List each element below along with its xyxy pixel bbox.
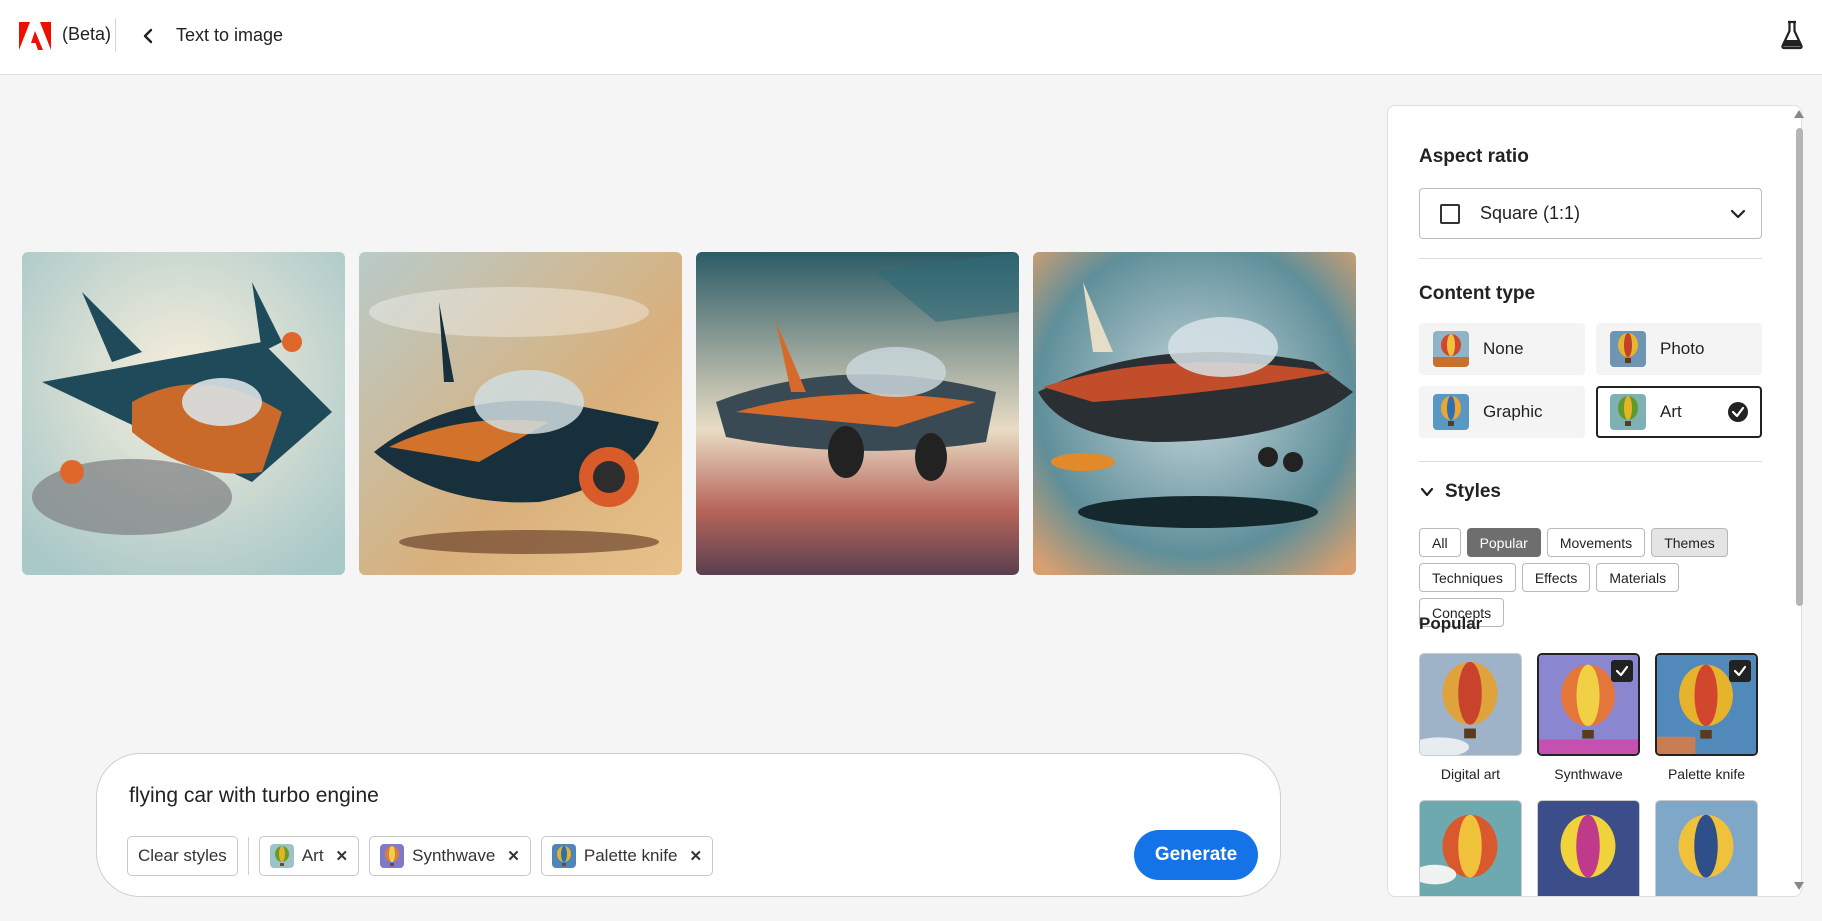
popular-title: Popular: [1419, 614, 1483, 633]
chevron-down-icon: [1420, 487, 1434, 497]
flying-car-image-4: [1033, 252, 1356, 575]
prompt-input[interactable]: flying car with turbo engine: [129, 784, 379, 808]
generated-image-2[interactable]: [359, 252, 682, 575]
generated-image-4[interactable]: [1033, 252, 1356, 575]
content-type-none[interactable]: None: [1419, 323, 1585, 375]
chevron-left-icon: [143, 28, 153, 44]
filter-movements[interactable]: Movements: [1546, 528, 1646, 557]
style-palette-knife-thumb: [1655, 653, 1758, 756]
content-type-title: Content type: [1419, 283, 1536, 304]
balloon-style-6-icon: [1656, 801, 1757, 896]
style-digital-art-thumb: [1419, 653, 1522, 756]
aspect-ratio-value: Square (1:1): [1480, 203, 1581, 223]
style-palette-knife-label: Palette knife: [1667, 766, 1746, 782]
prompt-box: flying car with turbo engine Clear style…: [96, 753, 1281, 897]
checkmark-icon: [1611, 660, 1633, 682]
style-option-4-thumb: [1419, 800, 1522, 896]
aspect-ratio-title: Aspect ratio: [1419, 146, 1529, 167]
balloon-style-5-icon: [1538, 801, 1639, 896]
content-type-none-label: None: [1483, 339, 1524, 358]
remove-art-close-icon[interactable]: ✕: [336, 847, 349, 865]
chip-art[interactable]: Art ✕: [258, 836, 360, 876]
checkmark-circle-icon: [1728, 402, 1748, 422]
scroll-up-arrow-icon[interactable]: [1794, 110, 1804, 118]
beta-label: (Beta): [62, 24, 112, 44]
chip-synthwave-label: Synthwave: [412, 846, 496, 865]
style-option-6-thumb: [1655, 800, 1758, 896]
style-palette-knife[interactable]: Palette knife: [1655, 653, 1758, 784]
filter-popular[interactable]: Popular: [1466, 528, 1541, 557]
app-header: (Beta) Text to image: [0, 0, 1822, 75]
checkmark-icon: [1729, 660, 1751, 682]
panel-divider: [1419, 461, 1762, 462]
style-option-4[interactable]: [1419, 800, 1522, 896]
style-synthwave-thumb: [1537, 653, 1640, 756]
styles-toggle[interactable]: Styles: [1419, 481, 1501, 503]
aspect-ratio-select[interactable]: Square (1:1): [1419, 188, 1762, 239]
clear-styles-button[interactable]: Clear styles: [127, 836, 238, 876]
balloon-none-thumb-icon: [1433, 331, 1469, 367]
generated-image-1[interactable]: [22, 252, 345, 575]
remove-synthwave-close-icon[interactable]: ✕: [507, 847, 520, 865]
style-synthwave-label: Synthwave: [1554, 766, 1623, 782]
content-type-options: None Photo Graphic Art: [1419, 323, 1762, 438]
balloon-art-thumb-icon: [1610, 394, 1646, 430]
filter-techniques[interactable]: Techniques: [1419, 563, 1516, 592]
generate-button[interactable]: Generate: [1134, 830, 1258, 880]
balloon-photo-thumb-icon: [1610, 331, 1646, 367]
chip-palette-knife-label: Palette knife: [583, 846, 678, 865]
content-type-graphic-label: Graphic: [1483, 402, 1543, 421]
style-synthwave[interactable]: Synthwave: [1537, 653, 1640, 784]
settings-panel: Aspect ratio Square (1:1) Content type N…: [1387, 105, 1802, 897]
style-filters: All Popular Movements Themes Techniques …: [1419, 528, 1762, 627]
balloon-palette-knife-thumb-icon: [551, 844, 576, 868]
balloon-graphic-thumb-icon: [1433, 394, 1469, 430]
style-option-5-thumb: [1537, 800, 1640, 896]
chip-palette-knife[interactable]: Palette knife ✕: [540, 836, 714, 876]
chip-synthwave[interactable]: Synthwave ✕: [369, 836, 531, 876]
generated-image-gallery: [22, 252, 1356, 575]
content-type-art[interactable]: Art: [1596, 386, 1762, 438]
content-type-graphic[interactable]: Graphic: [1419, 386, 1585, 438]
style-digital-art[interactable]: Digital art: [1419, 653, 1522, 784]
balloon-style-4-icon: [1420, 801, 1521, 896]
header-divider: [115, 18, 116, 52]
style-option-6[interactable]: [1655, 800, 1758, 896]
style-digital-art-label: Digital art: [1440, 766, 1501, 782]
adobe-logo-icon[interactable]: [19, 22, 51, 50]
chevron-down-icon: [1730, 209, 1746, 219]
balloon-synthwave-thumb-icon: [380, 844, 405, 868]
scroll-down-arrow-icon[interactable]: [1794, 882, 1804, 890]
panel-divider: [1419, 258, 1762, 259]
panel-scrollbar[interactable]: [1793, 110, 1805, 890]
chip-divider: [247, 837, 249, 875]
style-chips: Clear styles Art ✕ Synthwave ✕ Palette k…: [127, 836, 714, 876]
styles-title: Styles: [1445, 481, 1501, 502]
content-type-art-label: Art: [1660, 402, 1682, 421]
square-icon: [1440, 203, 1460, 224]
filter-materials[interactable]: Materials: [1596, 563, 1680, 592]
flying-car-image-1: [22, 252, 345, 575]
remove-palette-knife-close-icon[interactable]: ✕: [689, 847, 702, 865]
flying-car-image-2: [359, 252, 682, 575]
content-type-photo[interactable]: Photo: [1596, 323, 1762, 375]
filter-all[interactable]: All: [1419, 528, 1461, 557]
filter-themes[interactable]: Themes: [1651, 528, 1728, 557]
style-option-5[interactable]: [1537, 800, 1640, 896]
flying-car-image-3: [696, 252, 1019, 575]
balloon-art-thumb-icon: [269, 844, 294, 868]
chip-art-label: Art: [301, 846, 324, 865]
scroll-thumb[interactable]: [1796, 128, 1803, 606]
flask-icon[interactable]: [1780, 20, 1804, 50]
content-type-photo-label: Photo: [1660, 339, 1705, 358]
filter-effects[interactable]: Effects: [1521, 563, 1591, 592]
balloon-digital-art-icon: [1420, 654, 1521, 755]
back-button[interactable]: [136, 20, 160, 52]
popular-styles-grid: Digital art Synthwave Palette knife: [1419, 653, 1762, 896]
generated-image-3[interactable]: [696, 252, 1019, 575]
clear-styles-label: Clear styles: [138, 846, 227, 865]
page-title: Text to image: [176, 25, 284, 45]
